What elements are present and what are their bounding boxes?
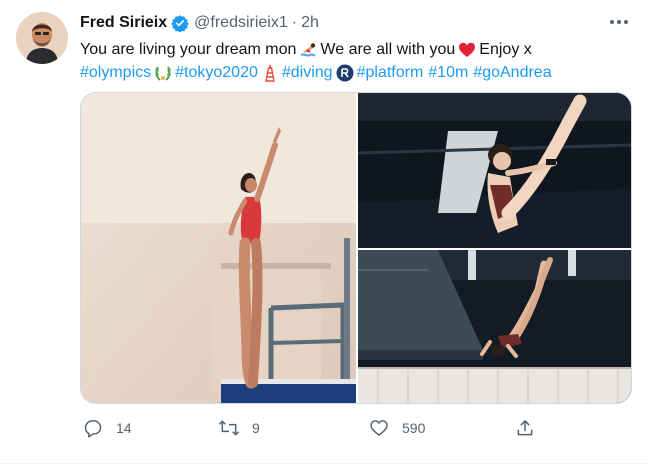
profile-photo-icon: [16, 12, 68, 64]
retweet-button[interactable]: 9: [218, 414, 260, 442]
share-icon: [514, 417, 536, 439]
author-handle[interactable]: @fredsirieix1: [194, 14, 288, 32]
swimmer-emoji-icon: [299, 41, 317, 59]
verified-badge-icon: [171, 14, 189, 32]
author-name[interactable]: Fred Sirieix: [80, 14, 167, 32]
tweet-header: Fred Sirieix @fredsirieix1 · 2h: [80, 12, 319, 34]
hashtag-diving[interactable]: #diving: [282, 61, 333, 84]
diver-mid-air-tuck-photo[interactable]: [358, 93, 631, 248]
share-button[interactable]: [514, 414, 536, 442]
diver-in-flight-photo[interactable]: [358, 250, 631, 403]
diver-on-platform-photo-icon: [81, 93, 356, 403]
tweet-card[interactable]: Fred Sirieix @fredsirieix1 · 2h You are …: [0, 0, 648, 468]
red-heart-emoji-icon: [458, 41, 476, 59]
timestamp[interactable]: 2h: [301, 14, 319, 32]
like-button[interactable]: 590: [368, 414, 425, 442]
hashtag-10m[interactable]: #10m: [428, 61, 468, 84]
diver-on-platform-photo[interactable]: [81, 93, 356, 403]
tweet-text-part-2: We are all with you: [320, 41, 456, 58]
reply-button[interactable]: 14: [82, 414, 132, 442]
reply-icon: [82, 417, 104, 439]
laurel-emoji-icon: [154, 64, 172, 82]
tweet-text-part-3: Enjoy x: [479, 41, 532, 58]
retweet-icon: [218, 417, 240, 439]
avatar[interactable]: [16, 12, 68, 64]
hashtag-platform[interactable]: #platform: [357, 61, 424, 84]
media-grid: [80, 92, 632, 404]
olympic-logo-emoji-icon: [336, 64, 354, 82]
reply-count: 14: [116, 420, 132, 436]
diver-mid-air-tuck-photo-icon: [358, 93, 631, 248]
hashtag-goandrea[interactable]: #goAndrea: [473, 61, 551, 84]
tweet-text-part-1: You are living your dream mon: [80, 41, 297, 58]
more-options-button[interactable]: [604, 10, 634, 34]
tokyo-tower-emoji-icon: [261, 64, 279, 82]
separator-dot: ·: [291, 14, 298, 31]
hashtag-tokyo2020[interactable]: #tokyo2020: [175, 61, 258, 84]
more-dots-icon: [610, 20, 628, 24]
divider: [0, 463, 648, 464]
diver-in-flight-photo-icon: [358, 250, 631, 403]
tweet-text: You are living your dream mon We are all…: [80, 38, 640, 84]
hashtag-olympics[interactable]: #olympics: [80, 61, 151, 84]
tweet-text-line-1: You are living your dream mon We are all…: [80, 38, 640, 61]
retweet-count: 9: [252, 420, 260, 436]
heart-icon: [368, 417, 390, 439]
like-count: 590: [402, 420, 426, 436]
tweet-text-line-2: #olympics #tokyo2020 #diving #platform #…: [80, 61, 640, 84]
action-bar: 14 9 590: [80, 414, 550, 442]
